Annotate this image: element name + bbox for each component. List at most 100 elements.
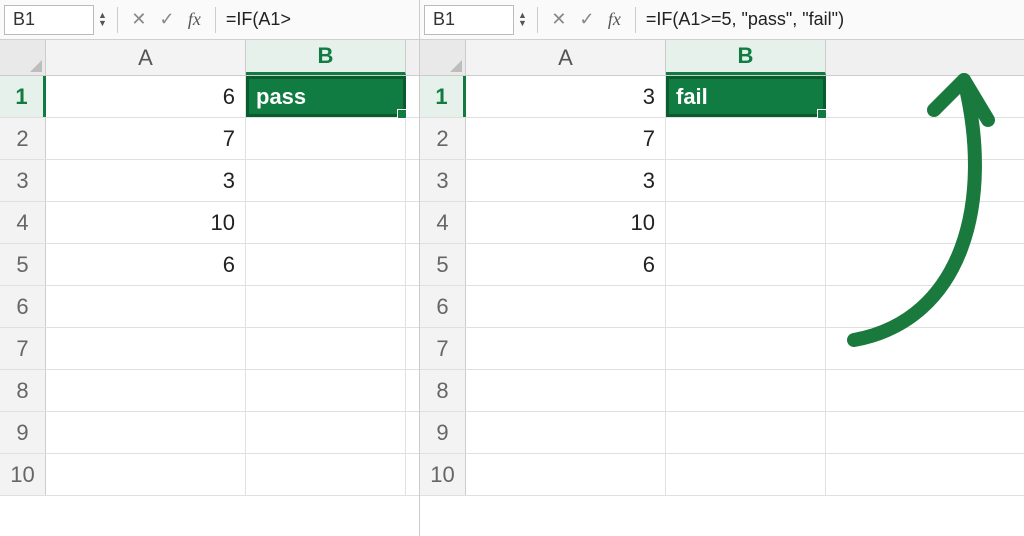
cancel-icon[interactable]: ✕ [548, 9, 570, 30]
grid-row: 5 6 [0, 244, 419, 286]
cell-A8[interactable] [46, 370, 246, 411]
column-header-A[interactable]: A [466, 40, 666, 75]
row-header[interactable]: 3 [0, 160, 46, 201]
row-header[interactable]: 4 [420, 202, 466, 243]
grid-row: 3 3 [420, 160, 1024, 202]
spinner-down-icon[interactable]: ▼ [98, 20, 107, 27]
name-box-spinner[interactable]: ▲ ▼ [98, 12, 107, 27]
row-header[interactable]: 9 [420, 412, 466, 453]
cell-B5[interactable] [246, 244, 406, 285]
grid-row: 10 [420, 454, 1024, 496]
column-header-B[interactable]: B [666, 40, 826, 75]
divider [117, 7, 118, 33]
cancel-icon[interactable]: ✕ [128, 9, 150, 30]
cell-A7[interactable] [466, 328, 666, 369]
select-all-corner[interactable] [420, 40, 466, 75]
cell-B5[interactable] [666, 244, 826, 285]
cell-A4[interactable]: 10 [466, 202, 666, 243]
cell-B10[interactable] [666, 454, 826, 495]
row-header[interactable]: 9 [0, 412, 46, 453]
row-header[interactable]: 8 [420, 370, 466, 411]
cell-B6[interactable] [666, 286, 826, 327]
cell-B8[interactable] [666, 370, 826, 411]
name-box[interactable]: B1 [424, 5, 514, 35]
cell-A5[interactable]: 6 [46, 244, 246, 285]
column-header-A[interactable]: A [46, 40, 246, 75]
name-box[interactable]: B1 [4, 5, 94, 35]
row-header[interactable]: 6 [420, 286, 466, 327]
row-header[interactable]: 1 [420, 76, 466, 117]
cell-A5[interactable]: 6 [466, 244, 666, 285]
grid-row: 4 10 [0, 202, 419, 244]
formula-input[interactable]: =IF(A1>=5, "pass", "fail") [646, 9, 1020, 30]
cell-B4[interactable] [246, 202, 406, 243]
row-header[interactable]: 7 [0, 328, 46, 369]
cell-A9[interactable] [466, 412, 666, 453]
row-header[interactable]: 5 [0, 244, 46, 285]
cell-A3[interactable]: 3 [46, 160, 246, 201]
row-header[interactable]: 8 [0, 370, 46, 411]
grid-row: 2 7 [420, 118, 1024, 160]
row-header[interactable]: 2 [420, 118, 466, 159]
row-header[interactable]: 7 [420, 328, 466, 369]
fx-icon[interactable]: fx [608, 9, 621, 30]
cell-A6[interactable] [46, 286, 246, 327]
cell-B10[interactable] [246, 454, 406, 495]
cell-B3[interactable] [246, 160, 406, 201]
grid-row: 8 [0, 370, 419, 412]
grid-row: 9 [0, 412, 419, 454]
row-header[interactable]: 6 [0, 286, 46, 327]
row-header[interactable]: 1 [0, 76, 46, 117]
spinner-down-icon[interactable]: ▼ [518, 20, 527, 27]
cell-A3[interactable]: 3 [466, 160, 666, 201]
grid-row: 10 [0, 454, 419, 496]
cell-A2[interactable]: 7 [466, 118, 666, 159]
cell-B7[interactable] [666, 328, 826, 369]
cell-B7[interactable] [246, 328, 406, 369]
row-header[interactable]: 10 [420, 454, 466, 495]
name-box-spinner[interactable]: ▲ ▼ [518, 12, 527, 27]
confirm-icon[interactable]: ✓ [576, 9, 598, 30]
cell-A7[interactable] [46, 328, 246, 369]
cell-A9[interactable] [46, 412, 246, 453]
spreadsheet-grid: A B 1 6 pass 2 7 3 3 4 10 [0, 40, 419, 536]
cell-B3[interactable] [666, 160, 826, 201]
fx-icon[interactable]: fx [188, 9, 201, 30]
spreadsheet-grid: A B 1 3 fail 2 7 3 3 4 10 [420, 40, 1024, 536]
divider [537, 7, 538, 33]
cell-A1[interactable]: 3 [466, 76, 666, 117]
cell-A6[interactable] [466, 286, 666, 327]
divider [215, 7, 216, 33]
cell-B2[interactable] [246, 118, 406, 159]
cell-B1[interactable]: fail [666, 76, 826, 117]
row-header[interactable]: 10 [0, 454, 46, 495]
spreadsheet-pane-left: B1 ▲ ▼ ✕ ✓ fx =IF(A1> A B 1 6 pass [0, 0, 420, 536]
cell-B2[interactable] [666, 118, 826, 159]
cell-B9[interactable] [246, 412, 406, 453]
grid-row: 7 [0, 328, 419, 370]
grid-row: 7 [420, 328, 1024, 370]
grid-row: 5 6 [420, 244, 1024, 286]
row-header[interactable]: 3 [420, 160, 466, 201]
cell-A8[interactable] [466, 370, 666, 411]
cell-B9[interactable] [666, 412, 826, 453]
cell-B4[interactable] [666, 202, 826, 243]
confirm-icon[interactable]: ✓ [156, 9, 178, 30]
row-header[interactable]: 4 [0, 202, 46, 243]
cell-A10[interactable] [466, 454, 666, 495]
cell-A10[interactable] [46, 454, 246, 495]
side-by-side-panes: B1 ▲ ▼ ✕ ✓ fx =IF(A1> A B 1 6 pass [0, 0, 1024, 536]
cell-B1[interactable]: pass [246, 76, 406, 117]
cell-B8[interactable] [246, 370, 406, 411]
cell-A1[interactable]: 6 [46, 76, 246, 117]
formula-input[interactable]: =IF(A1> [226, 9, 415, 30]
row-header[interactable]: 2 [0, 118, 46, 159]
formula-bar: B1 ▲ ▼ ✕ ✓ fx =IF(A1>=5, "pass", "fail") [420, 0, 1024, 40]
cell-A4[interactable]: 10 [46, 202, 246, 243]
cell-A2[interactable]: 7 [46, 118, 246, 159]
cell-B6[interactable] [246, 286, 406, 327]
row-header[interactable]: 5 [420, 244, 466, 285]
column-header-B[interactable]: B [246, 40, 406, 75]
select-all-corner[interactable] [0, 40, 46, 75]
grid-row: 1 3 fail [420, 76, 1024, 118]
